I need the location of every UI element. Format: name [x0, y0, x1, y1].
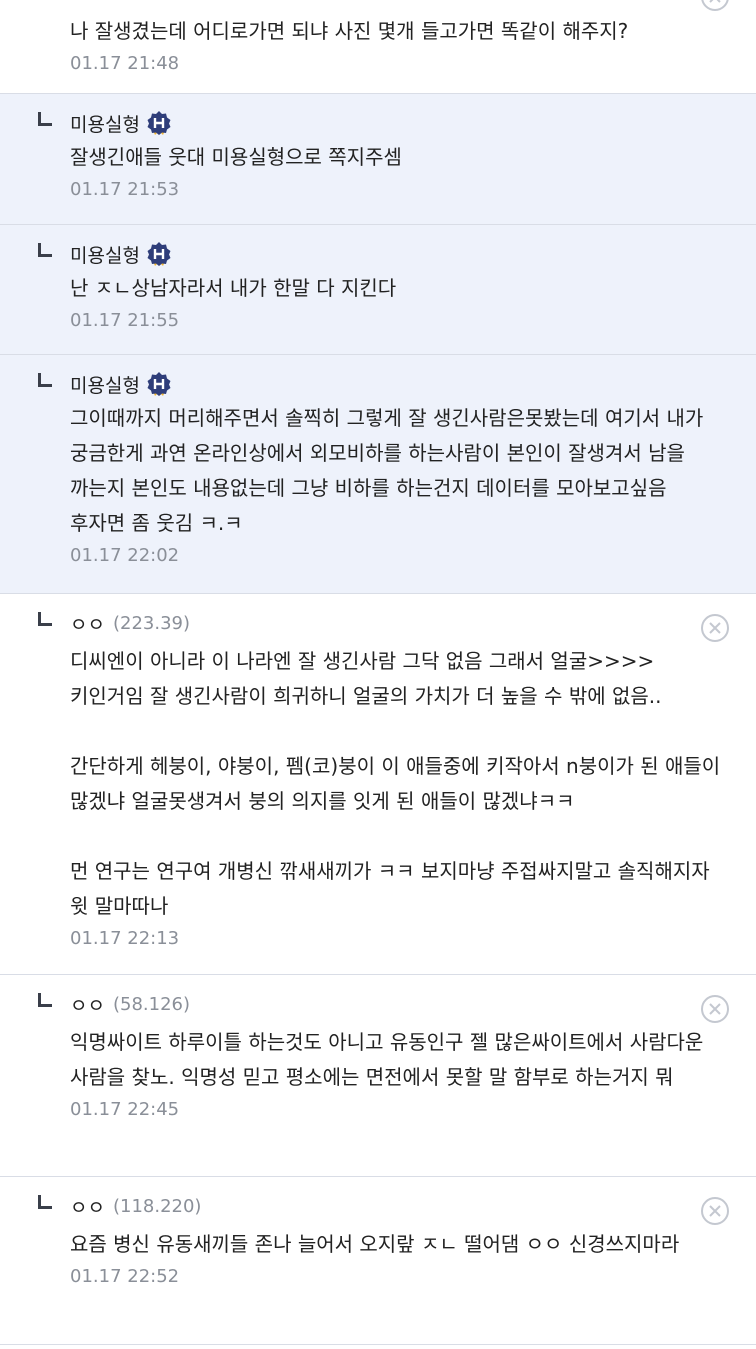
author-badge-icon	[147, 111, 171, 135]
commenter-ip: (223.39)	[112, 612, 190, 634]
author-badge-icon	[147, 372, 171, 396]
commenter-ip: (118.220)	[112, 1195, 202, 1217]
reply-item: ㅇㅇ (223.39) 디씨엔이 아니라 이 나라엔 잘 생긴사람 그닥 없음 …	[0, 594, 756, 975]
commenter-ip: (58.126)	[112, 993, 190, 1015]
delete-circle-x-icon[interactable]	[700, 994, 730, 1024]
reply-item: 미용실형 그이때까지 머리해주면서 솔찍히 그렇게 잘 생긴사람은못봤는데 여기…	[0, 355, 756, 594]
reply-item: 미용실형 잘생긴애들 웃대 미용실형으로 쪽지주셈 01.17 21:53	[0, 94, 756, 225]
reply-item: 미용실형 난 ㅈㄴ상남자라서 내가 한말 다 지킨다 01.17 21:55	[0, 225, 756, 355]
comment-body: 나 잘생겼는데 어디로가면 되냐 사진 몇개 들고가면 똑같이 해주지?	[70, 19, 629, 43]
reply-item: ㅇㅇ (118.220) 요즘 병신 유동새끼들 존나 늘어서 오지랖 ㅈㄴ 떨…	[0, 1177, 756, 1345]
reply-arrow-icon	[38, 612, 52, 626]
delete-circle-x-icon[interactable]	[700, 0, 730, 12]
reply-arrow-icon	[38, 243, 52, 257]
comment-body: 요즘 병신 유동새끼들 존나 늘어서 오지랖 ㅈㄴ 떨어댐 ㅇㅇ 신경쓰지마라	[70, 1232, 680, 1256]
delete-circle-x-icon[interactable]	[700, 1196, 730, 1226]
author-nickname[interactable]: 미용실형	[70, 241, 140, 268]
comment-date: 01.17 21:53	[70, 179, 180, 200]
comment-date: 01.17 21:48	[70, 53, 180, 74]
comment-date: 01.17 22:52	[70, 1266, 180, 1287]
delete-circle-x-icon[interactable]	[700, 613, 730, 643]
author-nickname[interactable]: 미용실형	[70, 371, 140, 398]
author-nickname[interactable]: 미용실형	[70, 110, 140, 137]
reply-arrow-icon	[38, 373, 52, 387]
reply-item: ㅇㅇ (58.126) 익명싸이트 하루이틀 하는것도 아니고 유동인구 젤 많…	[0, 975, 756, 1177]
commenter-nickname[interactable]: ㅇㅇ	[70, 610, 105, 637]
comment-body: 잘생긴애들 웃대 미용실형으로 쪽지주셈	[70, 145, 402, 169]
comment-item: 나 잘생겼는데 어디로가면 되냐 사진 몇개 들고가면 똑같이 해주지? 01.…	[0, 0, 756, 94]
comment-date: 01.17 22:45	[70, 1099, 180, 1120]
commenter-nickname[interactable]: ㅇㅇ	[70, 1193, 105, 1220]
reply-arrow-icon	[38, 993, 52, 1007]
comment-date: 01.17 22:02	[70, 545, 180, 566]
comment-date: 01.17 22:13	[70, 928, 180, 949]
comment-body: 난 ㅈㄴ상남자라서 내가 한말 다 지킨다	[70, 276, 397, 300]
comment-body: 익명싸이트 하루이틀 하는것도 아니고 유동인구 젤 많은싸이트에서 사람다운 …	[70, 1030, 710, 1089]
comment-date: 01.17 21:55	[70, 310, 180, 331]
commenter-nickname[interactable]: ㅇㅇ	[70, 991, 105, 1018]
comment-list: 나 잘생겼는데 어디로가면 되냐 사진 몇개 들고가면 똑같이 해주지? 01.…	[0, 0, 756, 1345]
comment-body: 디씨엔이 아니라 이 나라엔 잘 생긴사람 그닥 없음 그래서 얼굴>>>>키인…	[70, 649, 721, 918]
reply-arrow-icon	[38, 1195, 52, 1209]
author-badge-icon	[147, 242, 171, 266]
comment-body: 그이때까지 머리해주면서 솔찍히 그렇게 잘 생긴사람은못봤는데 여기서 내가 …	[70, 406, 710, 535]
reply-arrow-icon	[38, 112, 52, 126]
